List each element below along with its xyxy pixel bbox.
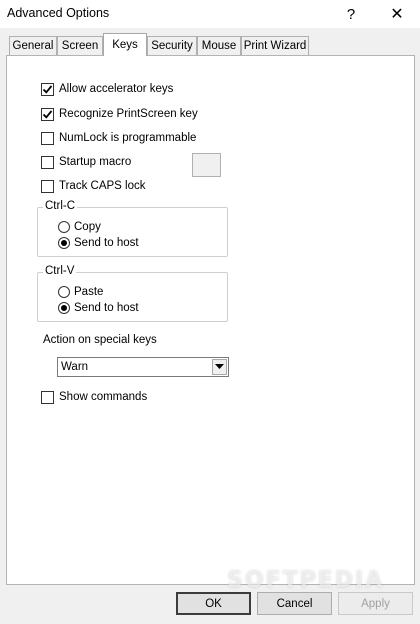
chevron-down-icon	[215, 364, 224, 369]
window-title: Advanced Options	[7, 6, 110, 20]
apply-label: Apply	[361, 597, 390, 610]
recognize-printscreen-label[interactable]: Recognize PrintScreen key	[59, 108, 198, 120]
allow-accelerator-label[interactable]: Allow accelerator keys	[59, 83, 173, 95]
numlock-programmable-checkbox[interactable]	[41, 132, 54, 145]
checkmark-icon	[42, 85, 53, 94]
tab-label: Print Wizard	[243, 40, 307, 52]
tab-strip: General Screen Keys Security Mouse Print…	[0, 33, 420, 56]
ctrl-v-send-radio[interactable]	[58, 302, 70, 314]
tab-security[interactable]: Security	[147, 36, 197, 55]
help-button[interactable]: ?	[336, 2, 366, 26]
ctrl-v-paste-radio[interactable]	[58, 286, 70, 298]
close-button[interactable]: ✕	[382, 2, 412, 26]
ctrl-c-send-label[interactable]: Send to host	[74, 237, 139, 249]
tab-label: Screen	[61, 40, 99, 52]
help-icon: ?	[346, 5, 356, 23]
tab-label: Mouse	[201, 40, 237, 52]
ctrl-c-copy-label[interactable]: Copy	[74, 221, 101, 233]
checkmark-icon	[42, 110, 53, 119]
cancel-label: Cancel	[276, 597, 313, 610]
ok-button[interactable]: OK	[176, 592, 251, 615]
special-keys-value: Warn	[61, 361, 89, 373]
allow-accelerator-checkbox[interactable]	[41, 83, 54, 96]
ctrl-c-send-radio[interactable]	[58, 237, 70, 249]
ctrl-c-copy-radio[interactable]	[58, 221, 70, 233]
tab-print-wizard[interactable]: Print Wizard	[241, 36, 309, 55]
apply-button[interactable]: Apply	[338, 592, 413, 615]
ctrl-v-send-label[interactable]: Send to host	[74, 302, 139, 314]
ok-label: OK	[205, 597, 222, 610]
special-keys-select[interactable]: Warn	[57, 357, 229, 377]
track-caps-label[interactable]: Track CAPS lock	[59, 180, 145, 192]
close-icon: ✕	[390, 6, 404, 23]
title-bar: Advanced Options ? ✕	[0, 0, 420, 28]
tab-label: General	[12, 40, 54, 52]
startup-macro-field[interactable]	[192, 153, 221, 177]
cancel-button[interactable]: Cancel	[257, 592, 332, 615]
tab-keys[interactable]: Keys	[103, 33, 147, 56]
ctrl-c-group: Ctrl-C Copy Send to host	[37, 200, 228, 257]
startup-macro-label[interactable]: Startup macro	[59, 156, 131, 168]
tab-label: Keys	[112, 39, 138, 51]
show-commands-checkbox[interactable]	[41, 391, 54, 404]
ctrl-v-group: Ctrl-V Paste Send to host	[37, 265, 228, 322]
dropdown-button[interactable]	[212, 359, 227, 375]
tab-screen[interactable]: Screen	[57, 36, 103, 55]
tab-general[interactable]: General	[9, 36, 57, 55]
special-keys-label: Action on special keys	[43, 334, 157, 346]
ctrl-v-title: Ctrl-V	[43, 265, 77, 277]
numlock-programmable-label[interactable]: NumLock is programmable	[59, 132, 196, 144]
keys-panel: Allow accelerator keys Recognize PrintSc…	[6, 55, 415, 585]
tab-label: Security	[151, 40, 193, 52]
watermark: SOFTPEDIA	[227, 568, 385, 593]
track-caps-checkbox[interactable]	[41, 180, 54, 193]
radio-dot-icon	[61, 240, 67, 246]
startup-macro-checkbox[interactable]	[41, 156, 54, 169]
ctrl-c-title: Ctrl-C	[43, 200, 78, 212]
show-commands-label[interactable]: Show commands	[59, 391, 147, 403]
radio-dot-icon	[61, 305, 67, 311]
recognize-printscreen-checkbox[interactable]	[41, 108, 54, 121]
ctrl-v-paste-label[interactable]: Paste	[74, 286, 103, 298]
tab-mouse[interactable]: Mouse	[197, 36, 241, 55]
